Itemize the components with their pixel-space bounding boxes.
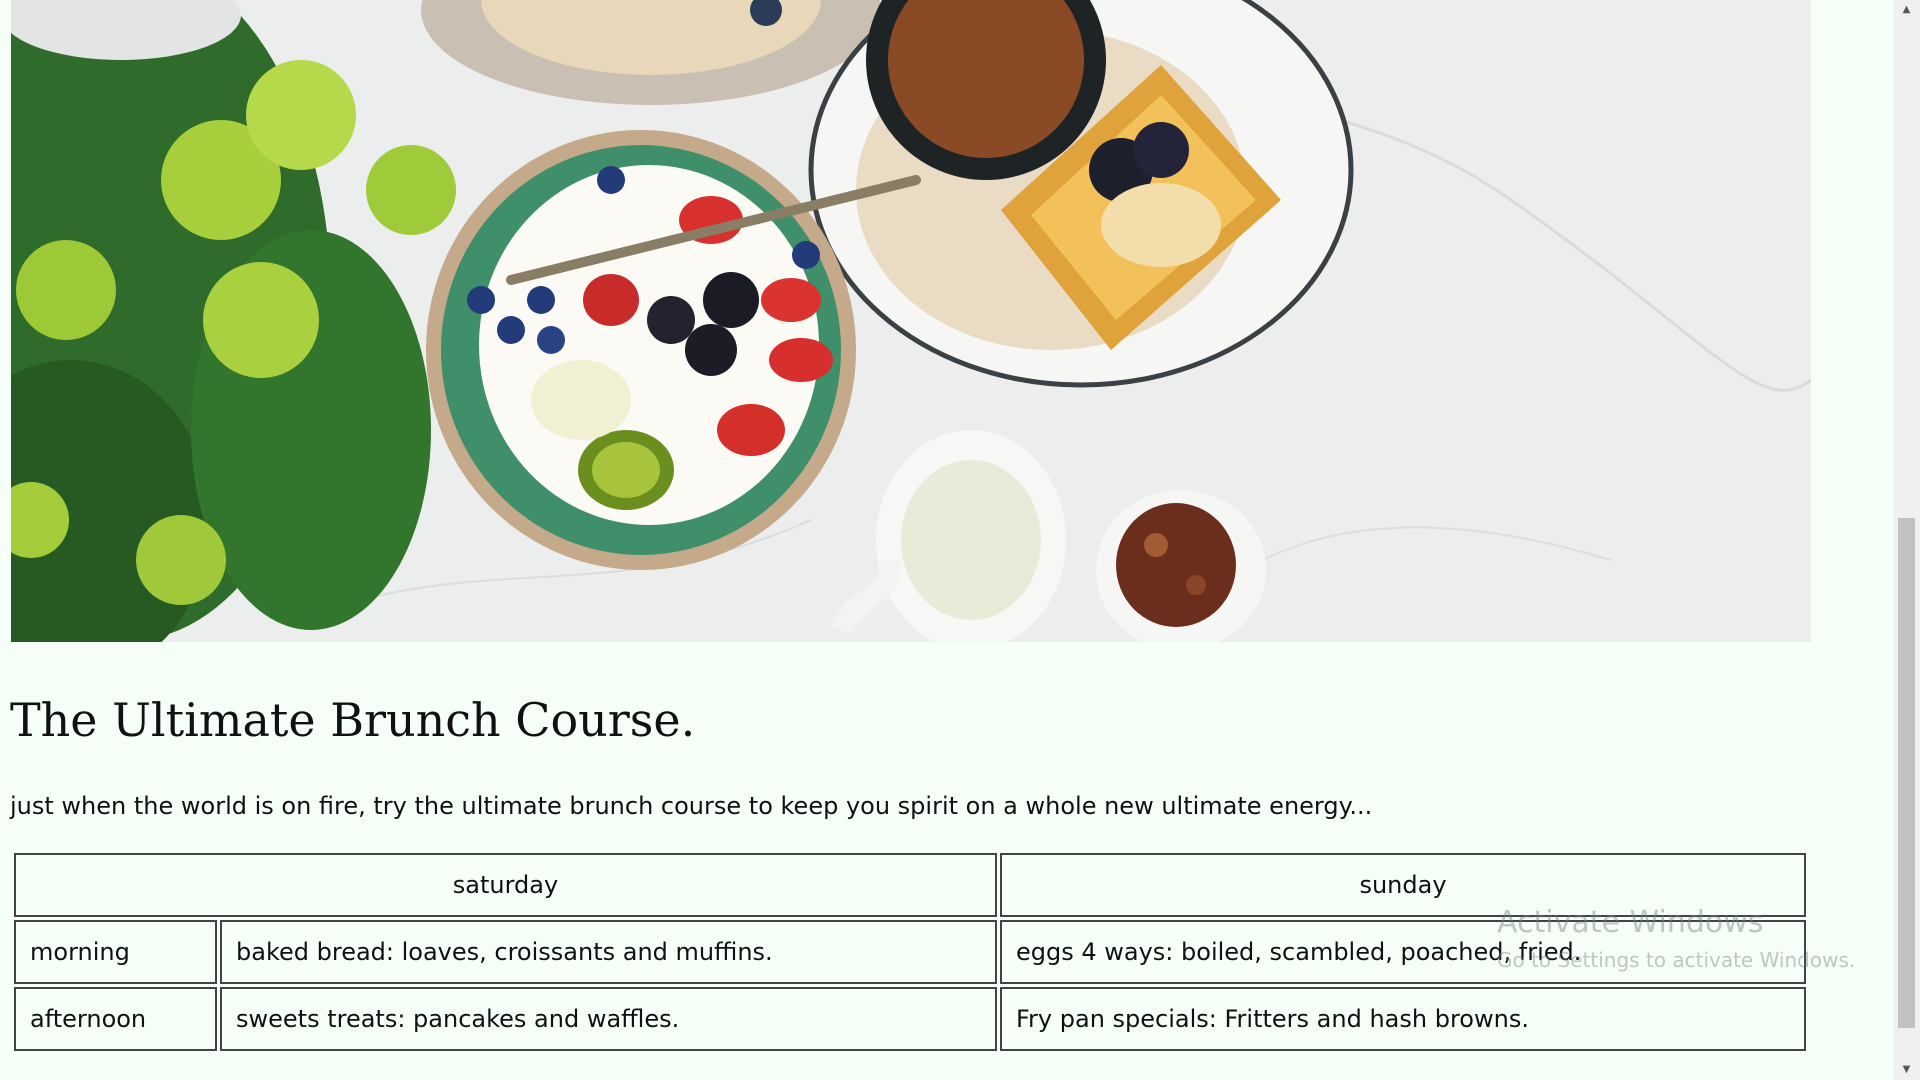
scrollbar-thumb[interactable] (1898, 518, 1915, 1028)
page-title: The Ultimate Brunch Course. (10, 693, 696, 747)
time-cell: afternoon (14, 987, 217, 1051)
brunch-photo (11, 0, 1811, 642)
saturday-cell: baked bread: loaves, croissants and muff… (220, 920, 997, 984)
table-header-row: saturday sunday (14, 853, 1806, 917)
saturday-cell: sweets treats: pancakes and waffles. (220, 987, 997, 1051)
vertical-scrollbar[interactable]: ▲ ▼ (1893, 0, 1920, 1080)
sunday-cell: Fry pan specials: Fritters and hash brow… (1000, 987, 1806, 1051)
hero-image (11, 0, 1811, 642)
table-row: afternoon sweets treats: pancakes and wa… (14, 987, 1806, 1051)
intro-text: just when the world is on fire, try the … (10, 792, 1373, 820)
header-saturday: saturday (14, 853, 997, 917)
header-sunday: sunday (1000, 853, 1806, 917)
scroll-down-icon[interactable]: ▼ (1893, 1060, 1920, 1080)
sunday-cell: eggs 4 ways: boiled, scambled, poached, … (1000, 920, 1806, 984)
scroll-up-icon[interactable]: ▲ (1893, 0, 1920, 20)
schedule-table: saturday sunday morning baked bread: loa… (11, 850, 1809, 1054)
table-row: morning baked bread: loaves, croissants … (14, 920, 1806, 984)
time-cell: morning (14, 920, 217, 984)
